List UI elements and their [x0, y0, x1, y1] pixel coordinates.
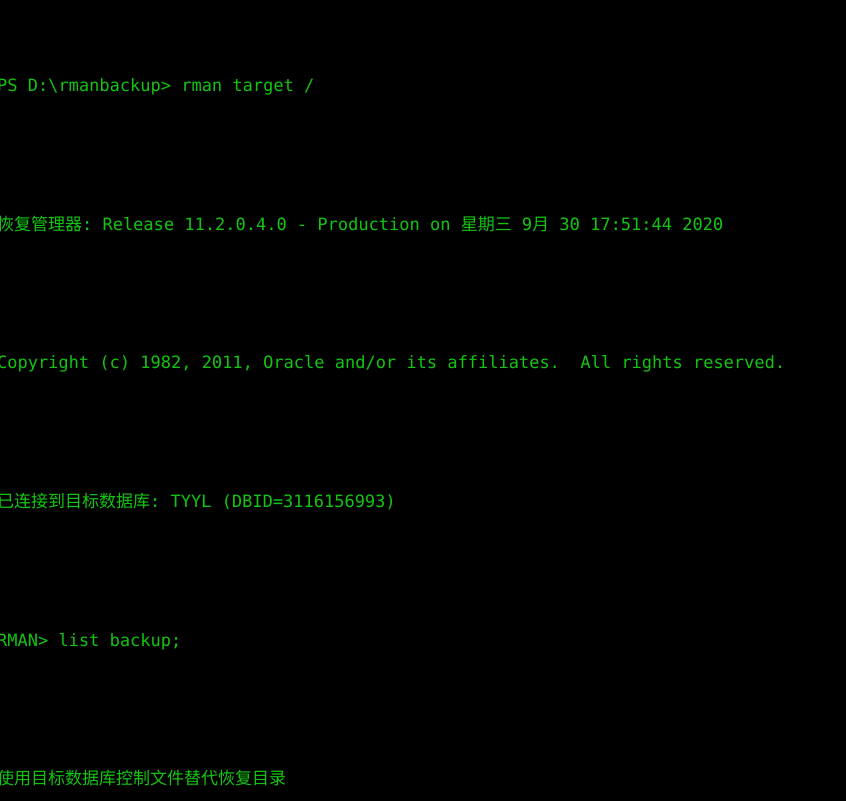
- using-controlfile-message: 使用目标数据库控制文件替代恢复目录: [0, 769, 286, 790]
- banner-copyright-line: Copyright (c) 1982, 2011, Oracle and/or …: [0, 353, 786, 374]
- prompt-line-list-backup: RMAN> list backup;: [0, 630, 182, 651]
- terminal-console[interactable]: PS D:\rmanbackup> rman target / 恢复管理器: R…: [0, 0, 846, 801]
- banner-release-line: 恢复管理器: Release 11.2.0.4.0 - Production o…: [0, 214, 724, 235]
- prompt-line-rman-target: PS D:\rmanbackup> rman target /: [0, 76, 315, 97]
- connected-target-db-line: 已连接到目标数据库: TYYL (DBID=3116156993): [0, 491, 396, 512]
